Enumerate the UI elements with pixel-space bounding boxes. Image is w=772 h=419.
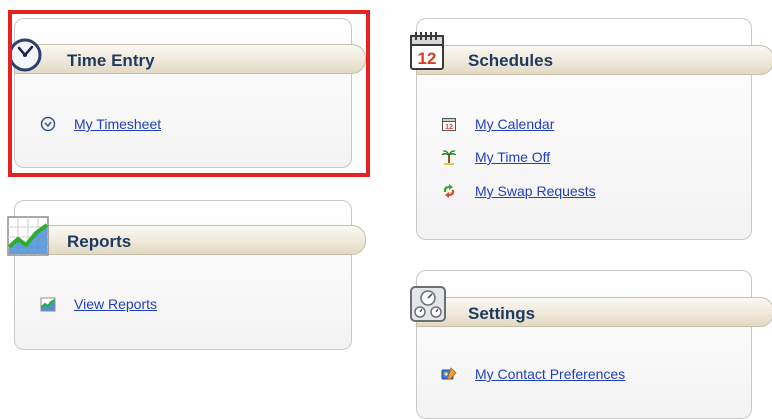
my-time-off-link[interactable]: My Time Off [475, 149, 550, 165]
my-calendar-link[interactable]: My Calendar [475, 116, 554, 132]
settings-title: Settings [468, 304, 536, 323]
calendar-icon: 12 [408, 30, 448, 72]
reports-title: Reports [67, 232, 132, 251]
settings-panel [416, 270, 752, 419]
swap-icon [441, 183, 457, 199]
view-reports-link[interactable]: View Reports [74, 296, 157, 312]
calendar-icon: 12 [441, 116, 457, 132]
link-my-calendar[interactable]: 12 My Calendar [441, 116, 554, 132]
schedules-title: Schedules [468, 51, 554, 70]
link-my-time-off[interactable]: My Time Off [441, 149, 550, 165]
svg-text:12: 12 [445, 124, 453, 131]
contact-preferences-icon [441, 366, 457, 382]
link-my-contact-preferences[interactable]: My Contact Preferences [441, 366, 625, 382]
my-swap-requests-link[interactable]: My Swap Requests [475, 183, 596, 199]
svg-text:12: 12 [418, 49, 437, 68]
my-contact-preferences-link[interactable]: My Contact Preferences [475, 366, 625, 382]
reports-panel [14, 200, 352, 350]
link-view-reports[interactable]: View Reports [40, 296, 157, 312]
chart-icon [6, 213, 52, 259]
settings-gauges-icon [408, 284, 448, 324]
palm-tree-icon [441, 149, 457, 165]
chart-icon [40, 296, 56, 312]
selection-highlight [8, 10, 370, 177]
link-my-swap-requests[interactable]: My Swap Requests [441, 183, 596, 199]
